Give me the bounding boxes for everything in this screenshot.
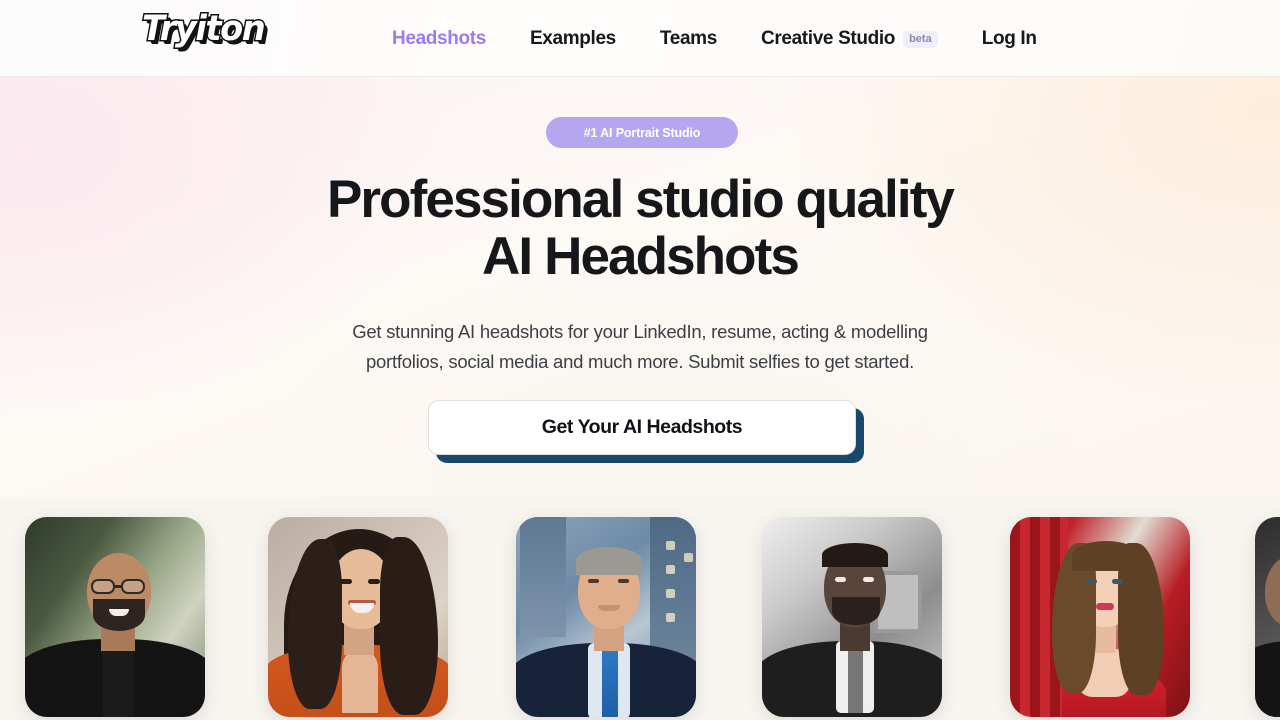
- nav-item-log-in[interactable]: Log In: [982, 28, 1037, 50]
- headline-line-1: Professional studio quality: [326, 170, 955, 229]
- page-title: Professional studio quality AI Headshots: [0, 170, 1280, 286]
- headshot-image-4: [762, 517, 942, 717]
- cta-label: Get Your AI Headshots: [541, 416, 743, 438]
- nav-item-teams[interactable]: Teams: [660, 28, 717, 50]
- gallery-card-5[interactable]: [1010, 517, 1190, 717]
- subtitle-line-1: Get stunning AI headshots for your Linke…: [352, 321, 928, 342]
- nav-label-examples: Examples: [529, 27, 616, 49]
- nav-item-examples[interactable]: Examples: [530, 28, 616, 50]
- subtitle-line-2: portfolios, social media and much more. …: [365, 350, 915, 372]
- gallery-card-4[interactable]: [762, 517, 942, 717]
- cta-container: Get Your AI Headshots: [428, 400, 864, 463]
- nav-item-headshots[interactable]: Headshots: [392, 28, 486, 50]
- headshot-image-1: [25, 517, 205, 717]
- hero-subtitle: Get stunning AI headshots for your Linke…: [0, 317, 1280, 377]
- headline-line-2: AI Headshots: [482, 226, 800, 286]
- tryiton-logo[interactable]: Tryiton: [141, 10, 268, 48]
- hero-badge-pill: #1 AI Portrait Studio: [546, 117, 738, 148]
- headshot-image-5: [1010, 517, 1190, 717]
- main-navigation: Headshots Examples Teams Creative Studio…: [392, 0, 1037, 77]
- gallery-card-6[interactable]: [1255, 517, 1280, 717]
- sample-headshots-gallery: [0, 497, 1280, 720]
- gallery-card-1[interactable]: [25, 517, 205, 717]
- nav-item-creative-studio[interactable]: Creative Studio beta: [761, 28, 938, 50]
- nav-label-creative-studio: Creative Studio: [760, 27, 896, 49]
- gallery-card-2[interactable]: [268, 517, 448, 717]
- site-header: Tryiton Headshots Examples Teams Creativ…: [0, 0, 1280, 77]
- headshot-image-2: [268, 517, 448, 717]
- nav-label-teams: Teams: [659, 27, 717, 49]
- hero-badge-label: #1 AI Portrait Studio: [583, 125, 701, 140]
- headshot-image-6: [1255, 517, 1280, 717]
- nav-label-headshots: Headshots: [392, 27, 486, 49]
- landing-page: Tryiton Headshots Examples Teams Creativ…: [0, 0, 1280, 720]
- beta-badge: beta: [903, 31, 938, 48]
- get-your-ai-headshots-button[interactable]: Get Your AI Headshots: [428, 400, 856, 455]
- gallery-card-3[interactable]: [516, 517, 696, 717]
- nav-label-log-in: Log In: [981, 27, 1037, 49]
- headshot-image-3: [516, 517, 696, 717]
